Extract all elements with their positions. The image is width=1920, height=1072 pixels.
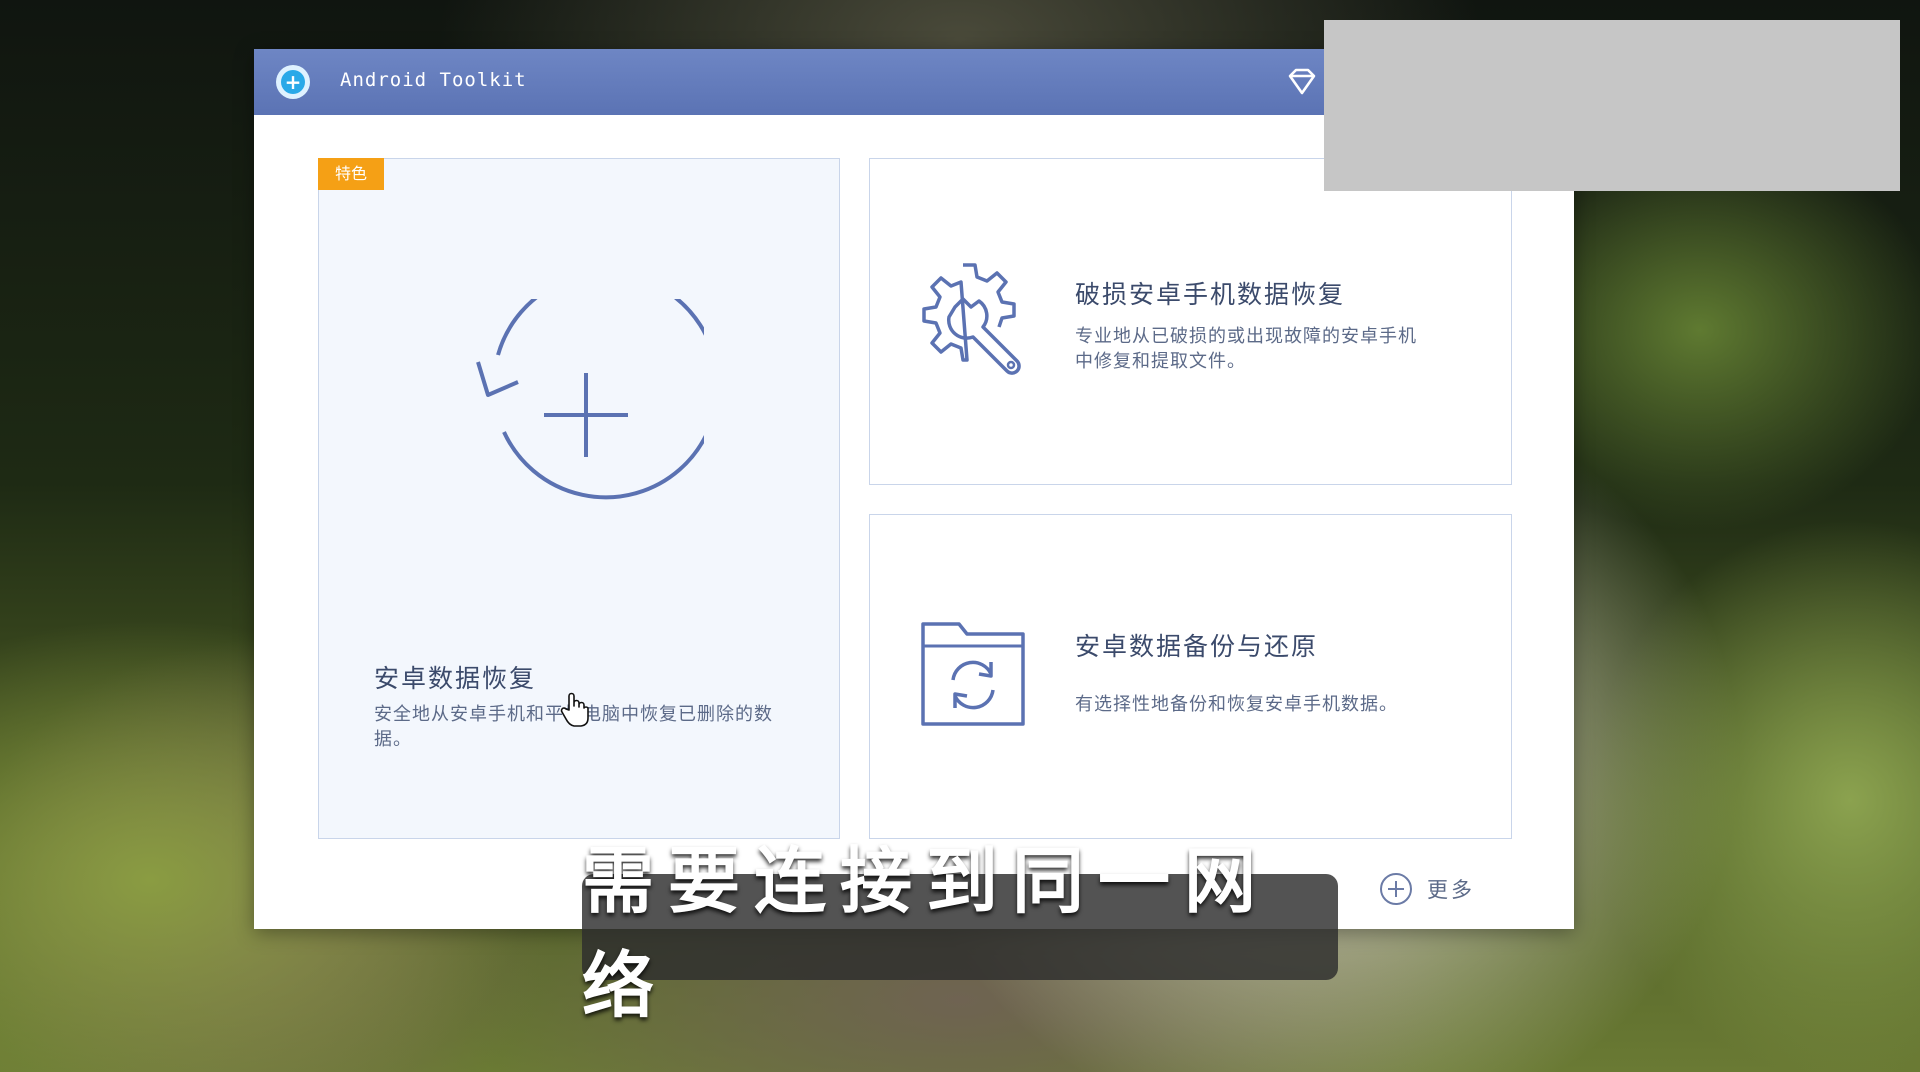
recover-circle-plus-icon: [464, 271, 720, 543]
card-description: 专业地从已破损的或出现故障的安卓手机中修复和提取文件。: [1075, 326, 1417, 372]
plus-circle-icon: [1380, 873, 1412, 905]
card-title: 安卓数据恢复: [374, 664, 537, 693]
featured-badge: 特色: [318, 158, 384, 190]
subtitle-bar: 需要连接到同一网络: [582, 839, 1338, 1028]
card-title: 安卓数据备份与还原: [1075, 632, 1319, 661]
card-description: 有选择性地备份和恢复安卓手机数据。: [1075, 694, 1398, 715]
android-toolkit-logo-icon: +: [276, 65, 310, 99]
gear-wrench-icon: [911, 257, 1035, 385]
app-title: Android Toolkit: [340, 69, 527, 91]
folder-sync-icon: [919, 620, 1029, 734]
broken-phone-recovery-card[interactable]: 破损安卓手机数据恢复 专业地从已破损的或出现故障的安卓手机中修复和提取文件。: [869, 158, 1512, 485]
more-label: 更多: [1427, 878, 1475, 902]
subtitle-text: 需要连接到同一网络: [582, 839, 1271, 1028]
card-title: 破损安卓手机数据恢复: [1075, 280, 1346, 309]
more-button[interactable]: 更多: [1379, 871, 1475, 907]
diamond-icon[interactable]: [1286, 67, 1318, 97]
hand-cursor-icon: [560, 692, 590, 732]
overlay-block: [1324, 20, 1900, 191]
android-data-recovery-card[interactable]: 特色 安卓数据恢复 安全地从安卓手机和平板电脑中恢复已删除的数据。: [318, 158, 840, 839]
backup-restore-card[interactable]: 安卓数据备份与还原 有选择性地备份和恢复安卓手机数据。: [869, 514, 1512, 839]
